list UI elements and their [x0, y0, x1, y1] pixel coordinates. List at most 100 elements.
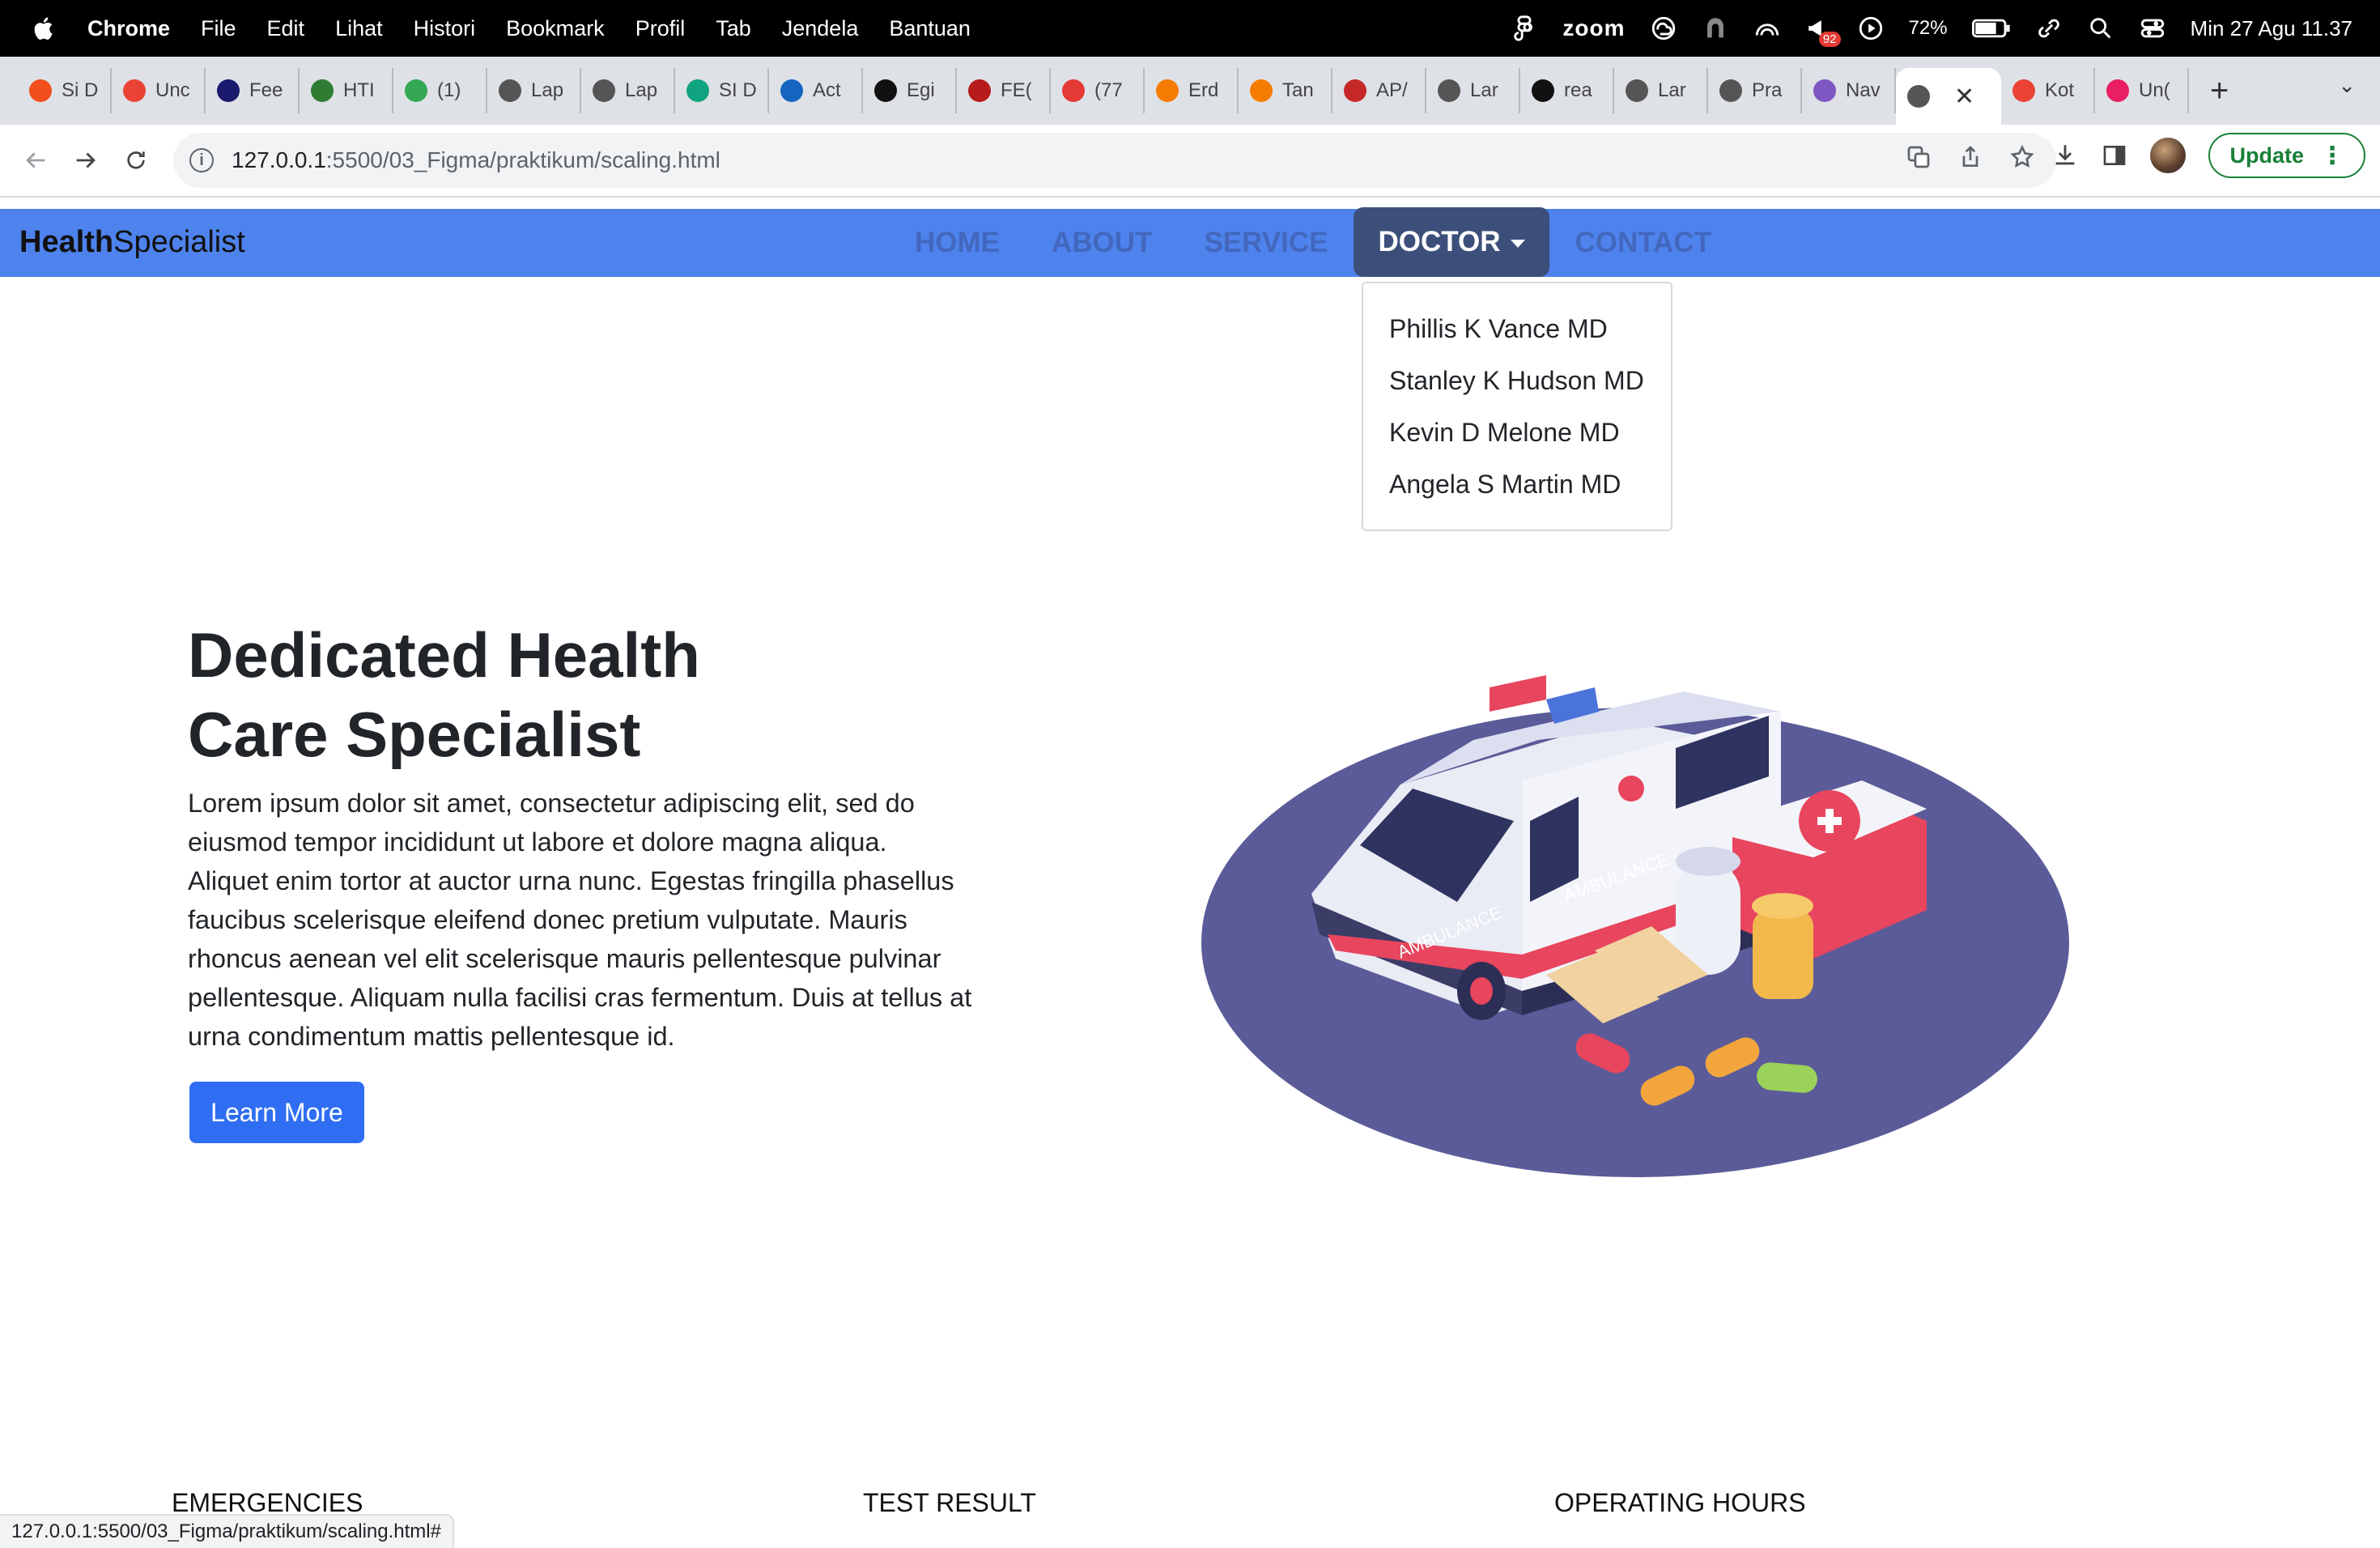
kebab-menu-icon: ⋮ [2320, 142, 2344, 169]
menubar-clock[interactable]: Min 27 Agu 11.37 [2191, 16, 2352, 41]
browser-tab[interactable]: SI D [675, 68, 769, 113]
zoom-status[interactable]: zoom [1562, 15, 1625, 41]
tab-label: Erd [1188, 79, 1219, 101]
learn-more-button[interactable]: Learn More [189, 1082, 364, 1143]
doctor-item-kevin[interactable]: Kevin D Melone MD [1363, 406, 1671, 458]
reload-button[interactable] [120, 144, 152, 176]
link-status-bar: 127.0.0.1:5500/03_Figma/praktikum/scalin… [0, 1514, 454, 1548]
control-center-icon[interactable] [2139, 15, 2166, 42]
new-tab-plus-icon[interactable]: + [2210, 73, 2229, 109]
bookmark-star-icon[interactable] [2009, 144, 2035, 170]
browser-tab[interactable]: Nav [1802, 68, 1896, 113]
address-bar[interactable]: i 127.0.0.1:5500/03_Figma/praktikum/scal… [173, 133, 2056, 188]
megaphone-notification[interactable]: 92 [1805, 15, 1841, 47]
menubar-view[interactable]: Lihat [335, 16, 383, 41]
browser-tab[interactable]: Pra [1708, 68, 1802, 113]
figma-icon[interactable] [1511, 15, 1538, 42]
menubar-tab[interactable]: Tab [716, 16, 751, 41]
menubar-help[interactable]: Bantuan [889, 16, 971, 41]
update-button[interactable]: Update ⋮ [2208, 133, 2365, 178]
browser-tab[interactable]: Tan [1239, 68, 1332, 113]
menubar-edit[interactable]: Edit [267, 16, 305, 41]
menubar-app-name[interactable]: Chrome [87, 16, 170, 41]
doctor-item-phillis[interactable]: Phillis K Vance MD [1363, 303, 1671, 355]
play-circle-icon[interactable] [1857, 15, 1885, 42]
tab-label: Lar [1658, 79, 1686, 101]
tab-label: FE( [1001, 79, 1032, 101]
battery-icon[interactable] [1971, 15, 2011, 42]
browser-tab[interactable]: Lap [487, 68, 581, 113]
tab-favicon-icon [1250, 79, 1273, 102]
menubar-file[interactable]: File [201, 16, 236, 41]
apple-logo-icon[interactable] [31, 15, 58, 42]
site-info-icon[interactable]: i [189, 148, 214, 172]
tab-search-chevron-icon[interactable]: ⌄ [2338, 73, 2356, 98]
browser-tab[interactable]: rea [1520, 68, 1614, 113]
tab-label: (1) [437, 79, 461, 101]
tab-label: Pra [1752, 79, 1783, 101]
tab-favicon-icon [499, 79, 521, 102]
site-brand[interactable]: HealthSpecialist [19, 225, 245, 260]
browser-tab[interactable]: Kot [2001, 68, 2095, 113]
hero-title-line2: Care Specialist [188, 699, 641, 770]
tab-favicon-icon [217, 79, 240, 102]
creative-cloud-icon[interactable] [1650, 15, 1677, 42]
back-arrow-icon [26, 152, 45, 168]
nav-contact[interactable]: CONTACT [1549, 209, 1738, 277]
reload-icon [127, 151, 145, 169]
browser-tab[interactable]: Egi [863, 68, 957, 113]
tab-label: rea [1564, 79, 1592, 101]
tab-label: Un( [2139, 79, 2170, 101]
browser-tab[interactable]: AP/ [1332, 68, 1426, 113]
update-label: Update [2229, 142, 2304, 168]
nav-service[interactable]: SERVICE [1178, 209, 1354, 277]
browser-tab[interactable]: Si D [18, 68, 112, 113]
back-button[interactable] [19, 144, 52, 176]
download-icon[interactable] [2051, 142, 2079, 169]
tab-close-icon[interactable]: ✕ [1954, 83, 1974, 111]
browser-tab[interactable]: Lar [1614, 68, 1708, 113]
menubar-history[interactable]: Histori [414, 16, 476, 41]
link-icon[interactable] [2035, 15, 2063, 42]
share-icon[interactable] [1957, 144, 1983, 170]
browser-tab[interactable]: Fee [206, 68, 300, 113]
nav-about[interactable]: ABOUT [1026, 209, 1178, 277]
translate-icon[interactable] [1906, 144, 1932, 170]
section-operating-hours-title: OPERATING HOURS [1554, 1488, 1806, 1517]
tab-label: Unc [155, 79, 190, 101]
tab-label: Lar [1470, 79, 1498, 101]
tab-favicon-icon [2106, 79, 2129, 102]
browser-tab[interactable]: ✕ [1896, 68, 2001, 125]
tab-favicon-icon [1344, 79, 1366, 102]
browser-tab[interactable]: Lar [1426, 68, 1520, 113]
tab-favicon-icon [405, 79, 427, 102]
nav-home[interactable]: HOME [889, 209, 1026, 277]
browser-tab[interactable]: HTI [300, 68, 393, 113]
arc-gauge-icon[interactable] [1753, 15, 1781, 42]
profile-avatar[interactable] [2150, 138, 2187, 173]
forward-button[interactable] [70, 144, 102, 176]
browser-tab[interactable]: Unc [112, 68, 206, 113]
browser-tab[interactable]: FE( [957, 68, 1051, 113]
menubar-bookmark[interactable]: Bookmark [506, 16, 605, 41]
arch-icon[interactable] [1702, 15, 1729, 42]
browser-tab[interactable]: Act [769, 68, 863, 113]
tab-label: SI D [719, 79, 757, 101]
menubar-profile[interactable]: Profil [635, 16, 686, 41]
doctor-item-stanley[interactable]: Stanley K Hudson MD [1363, 355, 1671, 406]
tab-label: Lap [625, 79, 658, 101]
search-icon[interactable] [2087, 15, 2114, 42]
browser-tab[interactable]: Erd [1145, 68, 1239, 113]
menubar-window[interactable]: Jendela [782, 16, 859, 41]
browser-tab[interactable]: Lap [581, 68, 675, 113]
browser-tab[interactable]: Un( [2095, 68, 2189, 113]
side-panel-icon[interactable] [2102, 142, 2127, 168]
tab-favicon-icon [1626, 79, 1648, 102]
browser-tab[interactable]: (1) [393, 68, 487, 113]
doctor-item-angela[interactable]: Angela S Martin MD [1363, 458, 1671, 510]
browser-tab[interactable]: (77 [1051, 68, 1145, 113]
tab-favicon-icon [1813, 79, 1836, 102]
tab-favicon-icon [780, 79, 803, 102]
nav-doctor-dropdown[interactable]: DOCTOR [1354, 207, 1549, 277]
nav-doctor-label: DOCTOR [1378, 226, 1501, 257]
